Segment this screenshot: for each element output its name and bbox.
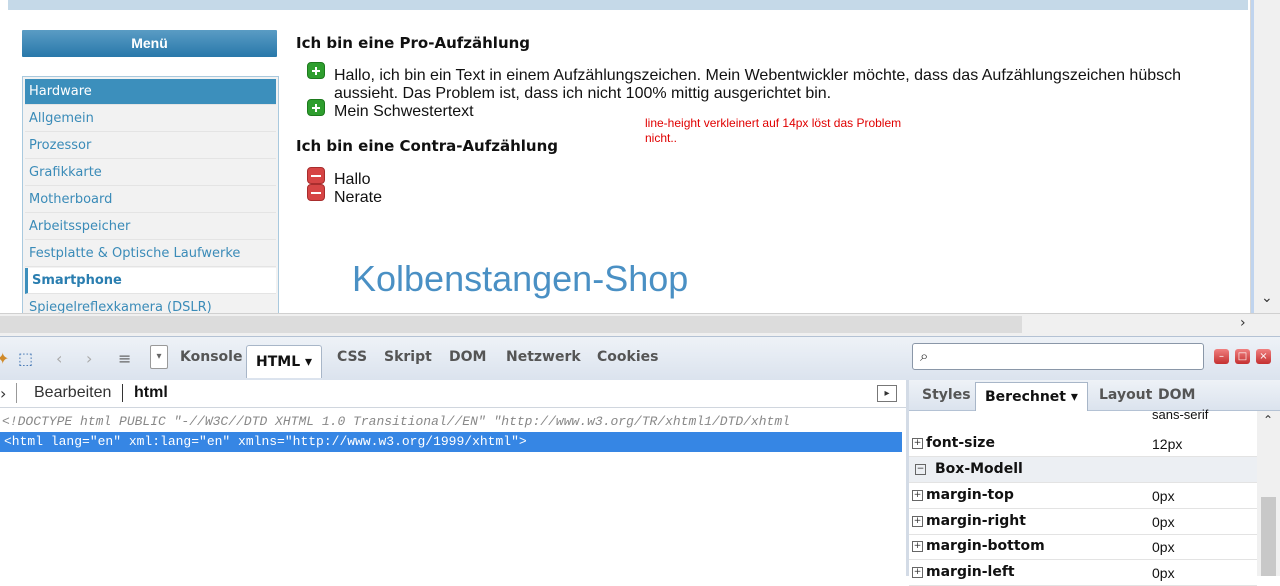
edit-button[interactable]: Bearbeiten [34, 384, 111, 402]
page-vertical-scrollbar[interactable]: ⌄ [1250, 0, 1280, 313]
property-name: margin-right [926, 513, 1026, 529]
tab-konsole[interactable]: Konsole [180, 349, 242, 365]
tab-skript[interactable]: Skript [384, 349, 432, 365]
html-node-row[interactable]: <html lang="en" xml:lang="en" xmlns="htt… [0, 432, 902, 452]
tab-layout[interactable]: Layout [1099, 387, 1152, 403]
close-icon[interactable]: × [1256, 349, 1271, 364]
menu-item-allgemein[interactable]: Allgemein [25, 106, 276, 132]
menu-item-smartphone[interactable]: Smartphone [25, 268, 276, 294]
property-value: 12px [1152, 436, 1183, 452]
plus-icon [307, 62, 325, 79]
property-value: 0px [1152, 539, 1175, 555]
scrollbar-thumb[interactable] [1261, 497, 1276, 576]
shop-title: Kolbenstangen-Shop [352, 258, 689, 299]
tab-styles[interactable]: Styles [922, 387, 971, 403]
property-row[interactable]: + margin-bottom 0px [909, 534, 1257, 560]
property-name: margin-bottom [926, 538, 1045, 554]
side-panel-scrollbar[interactable]: ⌃ [1257, 411, 1280, 576]
pro-item-2: Mein Schwestertext [334, 103, 474, 120]
menu-item-motherboard[interactable]: Motherboard [25, 187, 276, 213]
tab-netzwerk[interactable]: Netzwerk [506, 349, 581, 365]
page-top-bar [8, 0, 1248, 10]
menu-item-grafikkarte[interactable]: Grafikkarte [25, 160, 276, 186]
menu-item-prozessor[interactable]: Prozessor [25, 133, 276, 159]
back-icon[interactable]: ‹ [56, 349, 62, 368]
firebug-icon[interactable]: ✦ [0, 349, 9, 368]
minus-icon [307, 184, 325, 201]
plus-icon [307, 99, 325, 116]
expand-icon[interactable]: + [912, 516, 923, 527]
property-row: sans-serif [909, 407, 1257, 427]
page-horizontal-scrollbar[interactable]: › [0, 313, 1280, 336]
menu-title: Menü [22, 30, 277, 57]
forward-icon[interactable]: › [86, 349, 92, 368]
detach-icon[interactable]: □ [1235, 349, 1250, 364]
tab-dom[interactable]: DOM [449, 349, 486, 365]
expand-icon[interactable]: + [912, 490, 923, 501]
scroll-up-icon[interactable]: ⌃ [1263, 413, 1273, 427]
tab-cookies[interactable]: Cookies [597, 349, 658, 365]
tab-css[interactable]: CSS [337, 349, 367, 365]
section-row[interactable]: − Box-Modell [909, 457, 1257, 483]
dropdown-icon[interactable]: ▾ [150, 345, 168, 369]
contra-heading: Ich bin eine Contra-Aufzählung [296, 137, 559, 155]
menu-item-dslr[interactable]: Spiegelreflexkamera (DSLR) [25, 295, 276, 313]
computed-styles-list: sans-serif + font-size 12px − Box-Modell… [909, 407, 1257, 586]
contra-item-1: Hallo [334, 171, 371, 188]
list-icon[interactable]: ≡ [118, 349, 131, 368]
property-value: 0px [1152, 488, 1175, 504]
pro-heading: Ich bin eine Pro-Aufzählung [296, 34, 531, 52]
expand-icon[interactable]: + [912, 567, 923, 578]
expand-icon[interactable]: + [912, 541, 923, 552]
scroll-right-icon[interactable]: › [1240, 315, 1246, 331]
scrollbar-thumb[interactable] [0, 316, 1022, 333]
tab-side-dom[interactable]: DOM [1158, 387, 1195, 403]
property-row[interactable]: + font-size 12px [909, 431, 1257, 457]
collapse-icon[interactable]: − [915, 464, 926, 475]
menu-item-festplatte[interactable]: Festplatte & Optische Laufwerke [25, 241, 276, 267]
property-row[interactable]: + margin-right 0px [909, 509, 1257, 535]
minimize-icon[interactable]: – [1214, 349, 1229, 364]
pro-item-1: Hallo, ich bin ein Text in einem Aufzähl… [334, 67, 1182, 102]
inspect-icon[interactable]: ⬚ [18, 349, 33, 368]
breadcrumb-html[interactable]: html [134, 384, 168, 402]
search-icon: ⌕ [920, 347, 929, 365]
menu-item-hardware[interactable]: Hardware [25, 79, 276, 105]
property-value: sans-serif [1152, 407, 1209, 422]
sidebar-menu: Hardware Allgemein Prozessor Grafikkarte… [22, 76, 279, 313]
contra-item-2: Nerate [334, 189, 383, 206]
property-name: font-size [926, 435, 995, 451]
scroll-down-icon[interactable]: ⌄ [1261, 290, 1273, 306]
toggle-side-panel-icon[interactable]: ▸ [877, 385, 897, 402]
property-row[interactable]: + margin-left 0px [909, 560, 1257, 586]
property-name: margin-left [926, 564, 1015, 580]
tab-html[interactable]: HTML ▾ [246, 345, 323, 378]
doctype-line: <!DOCTYPE html PUBLIC "-//W3C//DTD XHTML… [2, 414, 790, 429]
breadcrumb-arrow-icon: › [0, 384, 7, 403]
section-name: Box-Modell [935, 461, 1023, 477]
scrollbar-edge [1251, 0, 1254, 313]
web-page-viewport: Menü Hardware Allgemein Prozessor Grafik… [0, 0, 1250, 313]
html-tree: <!DOCTYPE html PUBLIC "-//W3C//DTD XHTML… [0, 408, 906, 576]
property-name: margin-top [926, 487, 1014, 503]
property-row[interactable]: + margin-top 0px [909, 483, 1257, 509]
property-value: 0px [1152, 565, 1175, 581]
divider [16, 383, 17, 403]
expand-icon[interactable]: + [912, 438, 923, 449]
html-breadcrumb-bar: › Bearbeiten html ▸ [0, 380, 906, 408]
menu-item-arbeitsspeicher[interactable]: Arbeitsspeicher [25, 214, 276, 240]
search-input[interactable]: ⌕ [912, 343, 1204, 370]
red-annotation-note: line-height verkleinert auf 14px löst da… [645, 116, 902, 145]
minus-icon [307, 167, 325, 184]
property-value: 0px [1152, 514, 1175, 530]
divider [122, 384, 123, 402]
